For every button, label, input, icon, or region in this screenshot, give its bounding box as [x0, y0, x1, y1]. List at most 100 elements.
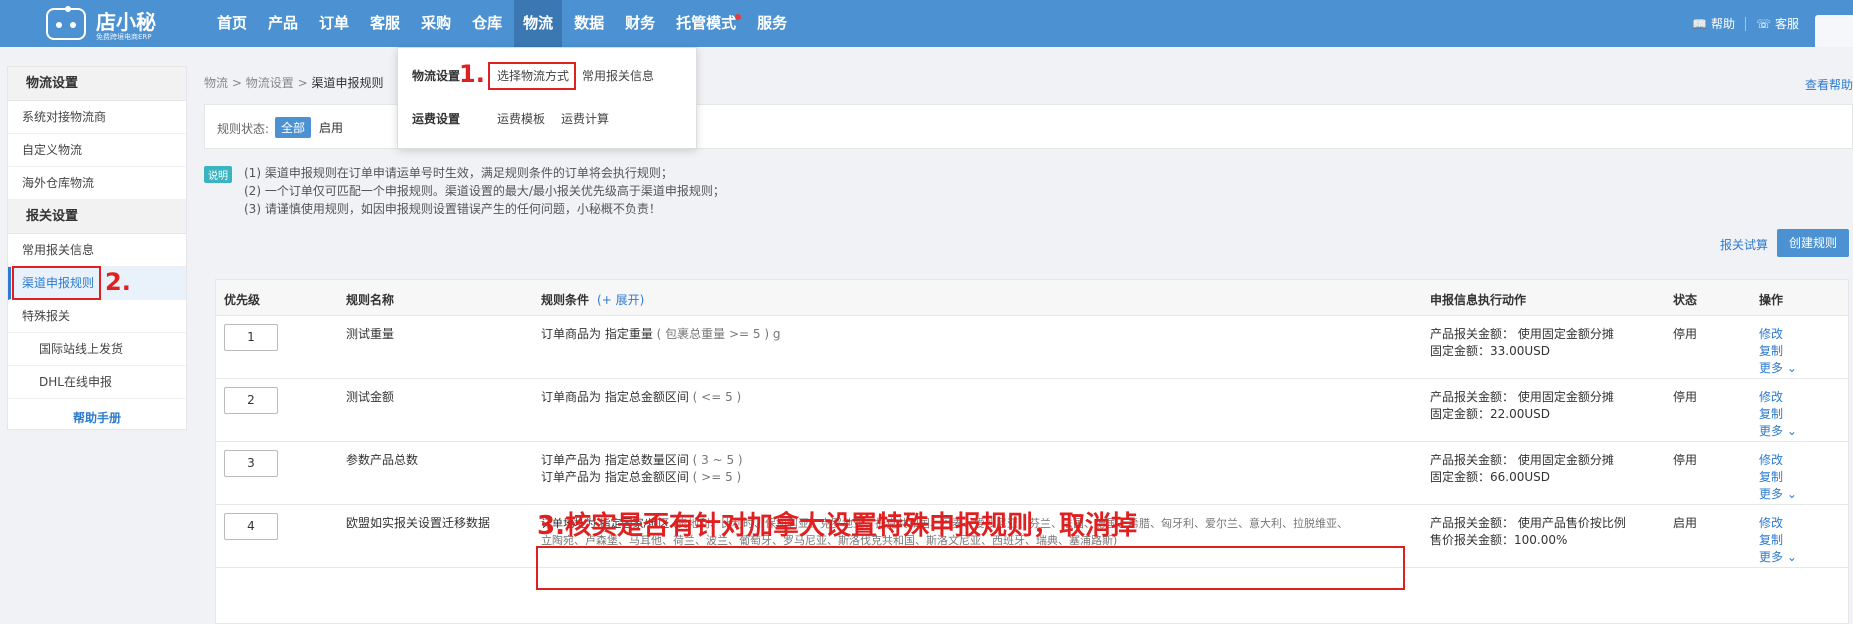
customs-test-button[interactable]: 报关试算 [1720, 236, 1768, 253]
breadcrumb-logistics[interactable]: 物流 [204, 76, 228, 90]
header-priority: 优先级 [224, 293, 261, 307]
dropdown-group-logistics: 物流设置 [412, 69, 461, 83]
status-badge: 停用 [1673, 390, 1698, 404]
service-link[interactable]: ☏ 客服 [1746, 15, 1809, 32]
header-name: 规则名称 [346, 293, 395, 307]
rule-condition: 订单产品为 指定总数量区间 ( 3 ~ 5 ) 订单产品为 指定总金额区间 ( >… [541, 453, 743, 484]
sidebar-item-customs-info[interactable]: 常用报关信息 [8, 234, 186, 267]
robot-logo-icon [46, 6, 86, 40]
rule-condition: 订单商品为 指定重量 ( 包裹总重量 >= 5 ) g [541, 327, 781, 341]
rule-condition: 订单商品为 指定总金额区间 ( <= 5 ) [541, 390, 742, 404]
nav-purchase[interactable]: 采购 [412, 0, 460, 47]
annotation-box-1 [488, 62, 576, 90]
nav-hosting[interactable]: 托管模式 [667, 0, 745, 47]
table-row: 3 参数产品总数 订单产品为 指定总数量区间 ( 3 ~ 5 ) 订单产品为 指定… [216, 442, 1848, 505]
sidebar-item-special-customs[interactable]: 特殊报关 [8, 300, 186, 333]
row-actions: 修改 复制 更多 ⌄ [1759, 452, 1797, 503]
copy-link[interactable]: 复制 [1759, 532, 1797, 549]
edit-link[interactable]: 修改 [1759, 389, 1797, 406]
sidebar-item-dhl[interactable]: DHL在线申报 [8, 366, 186, 399]
breadcrumb: 物流 > 物流设置 > 渠道申报规则 [204, 76, 384, 90]
priority-input[interactable]: 4 [224, 513, 278, 540]
notice-line-1: (1) 渠道申报规则在订单申请运单号时生效，满足规则条件的订单将会执行规则； [244, 166, 673, 180]
notice-lines: (1) 渠道申报规则在订单申请运单号时生效，满足规则条件的订单将会执行规则； (… [244, 164, 725, 218]
service-label: 客服 [1774, 17, 1799, 31]
notice-tag: 说明 [204, 166, 232, 183]
annotation-box-2 [12, 266, 101, 300]
priority-input[interactable]: 2 [224, 387, 278, 414]
nav-hosting-label: 托管模式 [676, 14, 737, 32]
row-actions: 修改 复制 更多 ⌄ [1759, 389, 1797, 440]
sidebar-item-intl-station[interactable]: 国际站线上发货 [8, 333, 186, 366]
header-status: 状态 [1673, 293, 1698, 307]
header-action: 申报信息执行动作 [1430, 293, 1527, 307]
annotation-step-3: 3.核实是否有针对加拿大设置特殊申报规则，取消掉 [537, 511, 1137, 541]
edit-link[interactable]: 修改 [1759, 326, 1797, 343]
nav-services[interactable]: 服务 [748, 0, 796, 47]
edit-link[interactable]: 修改 [1759, 515, 1797, 532]
chevron-down-icon: ⌄ [1786, 361, 1797, 375]
rule-name: 测试重量 [346, 327, 395, 341]
menu-item-freight-template[interactable]: 运费模板 [497, 110, 545, 127]
rule-name: 参数产品总数 [346, 453, 419, 467]
copy-link[interactable]: 复制 [1759, 343, 1797, 360]
rule-action: 产品报关金额： 使用固定金额分摊 固定金额：66.00USD [1430, 453, 1614, 484]
rule-name: 测试金额 [346, 390, 395, 404]
more-link[interactable]: 更多 ⌄ [1759, 423, 1797, 440]
rule-action: 产品报关金额： 使用固定金额分摊 固定金额：22.00USD [1430, 390, 1614, 421]
nav-products[interactable]: 产品 [259, 0, 307, 47]
row-actions: 修改 复制 更多 ⌄ [1759, 326, 1797, 377]
notice-line-3: (3) 请谨慎使用规则，如因申报规则设置错误产生的任何问题，小秘概不负责！ [244, 202, 661, 216]
nav-customer-service[interactable]: 客服 [361, 0, 409, 47]
help-link[interactable]: 📖 帮助 [1682, 15, 1745, 32]
notice-line-2: (2) 一个订单仅可匹配一个申报规则。渠道设置的最大/最小报关优先级高于渠道申报… [244, 184, 725, 198]
sidebar-section-logistics: 物流设置 [8, 67, 186, 101]
nav-logistics[interactable]: 物流 [514, 0, 563, 47]
breadcrumb-logistics-settings[interactable]: 物流设置 [246, 76, 294, 90]
expand-toggle[interactable]: (+ 展开) [597, 293, 644, 307]
dropdown-group-freight: 运费设置 [412, 112, 461, 126]
notification-dot [735, 14, 742, 20]
chevron-down-icon: ⌄ [1786, 424, 1797, 438]
filter-enabled[interactable]: 启用 [313, 117, 349, 138]
logo[interactable]: 店小秘 免费跨境电商ERP [46, 6, 176, 42]
sidebar-section-customs: 报关设置 [8, 200, 186, 234]
rule-action: 产品报关金额： 使用产品售价按比例 售价报关金额：100.00% [1430, 516, 1626, 547]
edit-link[interactable]: 修改 [1759, 452, 1797, 469]
nav-finance[interactable]: 财务 [616, 0, 664, 47]
more-link[interactable]: 更多 ⌄ [1759, 360, 1797, 377]
row-actions: 修改 复制 更多 ⌄ [1759, 515, 1797, 566]
copy-link[interactable]: 复制 [1759, 469, 1797, 486]
menu-item-customs-info[interactable]: 常用报关信息 [582, 67, 654, 84]
copy-link[interactable]: 复制 [1759, 406, 1797, 423]
nav-home[interactable]: 首页 [208, 0, 256, 47]
breadcrumb-current: 渠道申报规则 [311, 76, 384, 90]
priority-input[interactable]: 1 [224, 324, 278, 351]
priority-input[interactable]: 3 [224, 450, 278, 477]
sidebar-item-custom-logistics[interactable]: 自定义物流 [8, 134, 186, 167]
header-condition: 规则条件 (+ 展开) [541, 293, 645, 307]
rule-action: 产品报关金额： 使用固定金额分摊 固定金额：33.00USD [1430, 327, 1614, 358]
headset-icon: ☏ [1755, 16, 1771, 31]
nav-warehouse[interactable]: 仓库 [463, 0, 511, 47]
filter-all[interactable]: 全部 [275, 117, 312, 138]
nav-data[interactable]: 数据 [565, 0, 613, 47]
more-link[interactable]: 更多 ⌄ [1759, 549, 1797, 566]
sidebar-item-system-carriers[interactable]: 系统对接物流商 [8, 101, 186, 134]
logo-subtitle: 免费跨境电商ERP [96, 33, 152, 41]
account-avatar[interactable] [1815, 15, 1853, 47]
annotation-step-1: 1. [459, 60, 485, 88]
chevron-down-icon: ⌄ [1786, 550, 1797, 564]
view-help-link[interactable]: 查看帮助 [1805, 76, 1853, 93]
main-nav: 首页 产品 订单 客服 采购 仓库 物流 数据 财务 托管模式 服务 [208, 0, 799, 47]
more-link[interactable]: 更多 ⌄ [1759, 486, 1797, 503]
status-badge: 停用 [1673, 453, 1698, 467]
create-rule-button[interactable]: 创建规则 [1777, 229, 1849, 257]
chevron-down-icon: ⌄ [1786, 487, 1797, 501]
sidebar-item-overseas-warehouse[interactable]: 海外仓库物流 [8, 167, 186, 200]
nav-orders[interactable]: 订单 [310, 0, 358, 47]
menu-item-freight-calc[interactable]: 运费计算 [561, 110, 609, 127]
rule-name: 欧盟如实报关设置迁移数据 [346, 516, 491, 530]
sidebar-help-manual[interactable]: 帮助手册 [8, 399, 186, 437]
logo-name: 店小秘 [96, 10, 156, 34]
